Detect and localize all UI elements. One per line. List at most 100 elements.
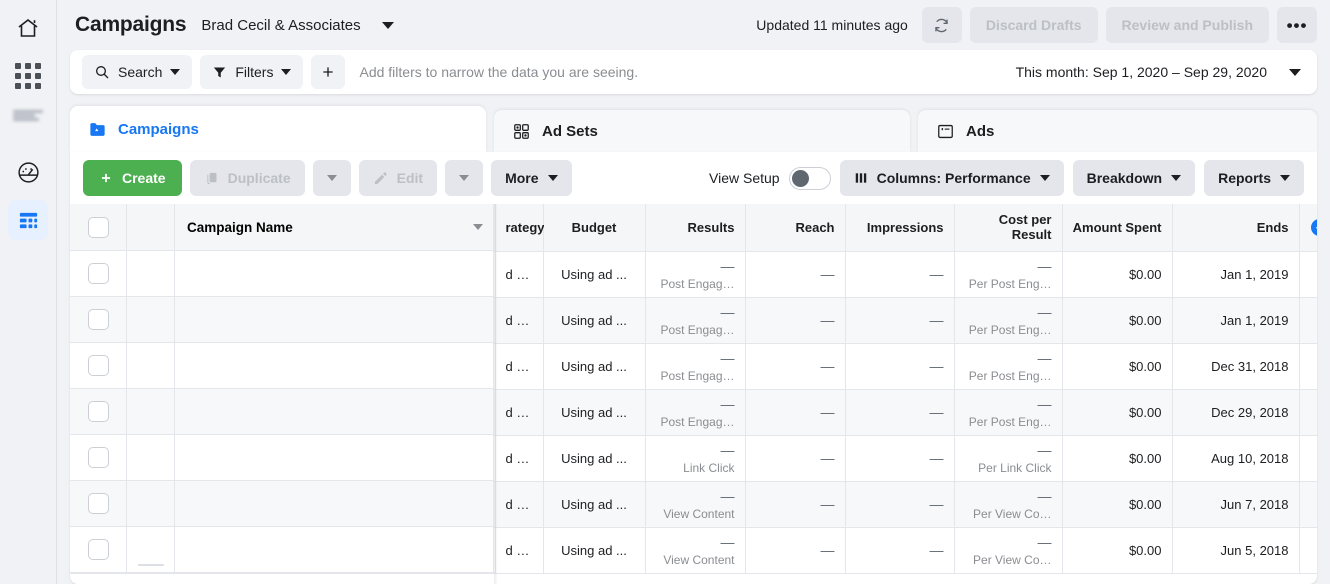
col-cost-per-result[interactable]: Cost per Result — [954, 204, 1062, 251]
row-toggle-cell[interactable] — [127, 527, 175, 573]
row-toggle-cell[interactable] — [127, 389, 175, 435]
more-options-button[interactable]: ••• — [1277, 7, 1317, 43]
row-checkbox[interactable] — [88, 400, 109, 421]
campaigns-table: Campaign Name rategy Budget Results Reac… — [70, 204, 1317, 574]
table-row[interactable]: d s...Using ad ...—Link Click———Per Link… — [70, 435, 1317, 481]
row-cost-per-result-sub: Per Post Eng… — [965, 369, 1052, 383]
refresh-button[interactable] — [922, 7, 962, 43]
col-impressions[interactable]: Impressions — [845, 204, 954, 251]
sort-caret-icon[interactable] — [475, 224, 485, 230]
chevron-down-icon — [1289, 69, 1301, 76]
row-checkbox[interactable] — [88, 262, 109, 283]
row-toggle-cell[interactable] — [127, 481, 175, 527]
table-row[interactable]: d s...Using ad ...—Post Engag…———Per Pos… — [70, 251, 1317, 297]
row-campaign-name-cell[interactable] — [175, 343, 495, 389]
col-results-label: Results — [688, 220, 735, 235]
duplicate-button[interactable]: Duplicate — [190, 160, 305, 196]
sidebar-item-ads-manager[interactable] — [8, 200, 48, 240]
row-campaign-name-cell[interactable] — [175, 435, 495, 481]
row-campaign-name-cell[interactable] — [175, 297, 495, 343]
more-label: More — [505, 170, 538, 186]
row-budget-cell: Using ad ... — [543, 435, 645, 481]
chevron-down-icon — [327, 175, 337, 181]
row-checkbox[interactable] — [88, 308, 109, 329]
row-ends: Jan 1, 2019 — [1221, 267, 1289, 282]
row-results-sub: Link Click — [656, 461, 735, 475]
col-results[interactable]: Results — [645, 204, 745, 251]
row-campaign-name-cell[interactable] — [175, 481, 495, 527]
row-amount-spent: $0.00 — [1129, 543, 1162, 558]
gauge-icon[interactable] — [8, 152, 48, 192]
top-bar-actions: Updated 11 minutes ago Discard Drafts Re… — [756, 7, 1317, 43]
edit-dropdown-button[interactable] — [445, 160, 483, 196]
col-ends[interactable]: Ends — [1172, 204, 1299, 251]
discard-drafts-button[interactable]: Discard Drafts — [970, 7, 1098, 43]
table-body: d s...Using ad ...—Post Engag…———Per Pos… — [70, 251, 1317, 573]
row-cost-per-result-sub: Per Post Eng… — [965, 323, 1052, 337]
search-button[interactable]: Search — [82, 55, 192, 89]
edit-label: Edit — [397, 170, 423, 186]
create-button[interactable]: Create — [83, 160, 182, 196]
row-results-sub: Post Engag… — [656, 369, 735, 383]
row-impressions: — — [930, 450, 944, 466]
row-ends-cell: Aug 10, 2018 — [1172, 435, 1299, 481]
add-column-icon[interactable]: + — [1311, 219, 1317, 236]
row-results-cell: —View Content — [645, 481, 745, 527]
home-icon[interactable] — [8, 8, 48, 48]
apps-grid-icon[interactable] — [8, 56, 48, 96]
grid-dots — [15, 63, 41, 89]
breakdown-button[interactable]: Breakdown — [1073, 160, 1195, 196]
row-results: — — [721, 534, 735, 550]
table-row[interactable]: d s...Using ad ...—Post Engag…———Per Pos… — [70, 389, 1317, 435]
row-campaign-name-cell[interactable] — [175, 389, 495, 435]
tab-ads[interactable]: Ads — [918, 110, 1317, 152]
columns-button[interactable]: Columns: Performance — [840, 160, 1064, 196]
row-budget: Using ad ... — [554, 405, 635, 420]
row-ends-cell: Jan 1, 2019 — [1172, 251, 1299, 297]
row-results-sub: Post Engag… — [656, 323, 735, 337]
row-checkbox[interactable] — [88, 354, 109, 375]
table-row[interactable]: d s...Using ad ...—View Content———Per Vi… — [70, 527, 1317, 573]
row-checkbox[interactable] — [88, 538, 109, 559]
table-row[interactable]: d s...Using ad ...—Post Engag…———Per Pos… — [70, 297, 1317, 343]
row-campaign-name-cell[interactable] — [175, 527, 495, 573]
row-cost-per-result-cell: —Per View Co… — [954, 527, 1062, 573]
campaigns-table-wrap[interactable]: Campaign Name rategy Budget Results Reac… — [70, 204, 1317, 584]
table-row[interactable]: d s...Using ad ...—View Content———Per Vi… — [70, 481, 1317, 527]
reports-button[interactable]: Reports — [1204, 160, 1304, 196]
filters-button[interactable]: Filters — [200, 55, 303, 89]
row-toggle-cell[interactable] — [127, 297, 175, 343]
tab-ad-sets[interactable]: Ad Sets — [494, 110, 910, 152]
duplicate-dropdown-button[interactable] — [313, 160, 351, 196]
view-setup-toggle[interactable] — [789, 167, 831, 190]
row-toggle-cell[interactable] — [127, 343, 175, 389]
adsets-grid-icon — [512, 122, 531, 141]
col-reach[interactable]: Reach — [745, 204, 845, 251]
edit-button[interactable]: Edit — [359, 160, 437, 196]
col-campaign-name[interactable]: Campaign Name — [175, 204, 495, 251]
row-budget: Using ad ... — [554, 359, 635, 374]
col-amount-spent-label: Amount Spent — [1073, 220, 1162, 235]
row-campaign-name-cell[interactable] — [175, 251, 495, 297]
row-budget-cell: Using ad ... — [543, 343, 645, 389]
refresh-icon — [932, 16, 951, 35]
table-row[interactable]: d s...Using ad ...—Post Engag…———Per Pos… — [70, 343, 1317, 389]
row-bid-strategy: d s... — [506, 313, 533, 328]
tab-campaigns[interactable]: Campaigns — [70, 106, 486, 152]
row-results-cell: —Post Engag… — [645, 297, 745, 343]
row-checkbox[interactable] — [88, 446, 109, 467]
review-and-publish-button[interactable]: Review and Publish — [1106, 7, 1269, 43]
col-budget[interactable]: Budget — [543, 204, 645, 251]
row-toggle-cell[interactable] — [127, 251, 175, 297]
col-amount-spent[interactable]: Amount Spent — [1062, 204, 1172, 251]
more-button[interactable]: More — [491, 160, 571, 196]
select-all-checkbox[interactable] — [88, 215, 109, 236]
col-bid-strategy[interactable]: rategy — [495, 204, 543, 251]
row-checkbox[interactable] — [88, 492, 109, 513]
add-filter-button[interactable] — [311, 55, 345, 89]
row-toggle-cell[interactable] — [127, 435, 175, 481]
row-cost-per-result-sub: Per View Co… — [965, 553, 1052, 567]
col-cost-per-result-label: Cost per Result — [999, 212, 1052, 242]
date-range-picker[interactable]: This month: Sep 1, 2020 – Sep 29, 2020 — [1016, 64, 1305, 80]
account-switcher-button[interactable] — [375, 12, 401, 38]
